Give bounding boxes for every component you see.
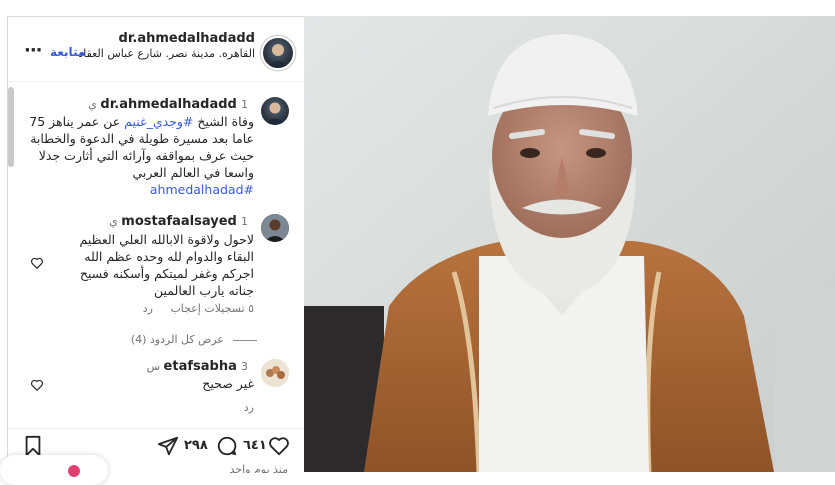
caption-text-prefix: وفاة الشيخ <box>193 114 254 129</box>
heart-outline-icon <box>31 257 43 270</box>
comment-reply-button[interactable]: رد <box>143 302 153 315</box>
author-avatar-image <box>267 44 289 68</box>
comment-username[interactable]: mostafaalsayed <box>121 214 237 229</box>
heart-outline-icon <box>31 379 43 392</box>
post-photo <box>304 16 835 472</box>
comment-like-icon[interactable] <box>30 377 44 396</box>
comment-reply-button[interactable]: رد <box>244 401 254 414</box>
comment-avatar[interactable] <box>261 359 289 387</box>
comment-like-icon[interactable] <box>30 255 44 274</box>
more-options-icon[interactable]: ··· <box>24 40 42 61</box>
comment-avatar[interactable] <box>261 214 289 242</box>
share-icon <box>157 436 179 456</box>
share-button[interactable] <box>157 435 179 461</box>
caption-text: وفاة الشيخ #وجدي_غنيم عن عمر يناهز 75 عا… <box>24 113 254 198</box>
post-image[interactable] <box>304 16 835 472</box>
author-avatar[interactable] <box>261 36 295 70</box>
header-location[interactable]: القاهره. مدينة نصر. شارع عباس العقاد <box>75 47 255 61</box>
header-divider <box>8 81 304 82</box>
comment-header: mostafaalsayed 1 ي <box>44 214 254 229</box>
follow-button[interactable]: متابعة <box>50 45 85 59</box>
comment-button[interactable] <box>216 435 238 461</box>
comments-count[interactable]: ٢٩٨ <box>184 438 208 453</box>
caption-hashtag[interactable]: #ahmedalhadad <box>150 182 254 197</box>
comment-meta: ٥ تسجيلات إعجاب رد <box>54 302 254 315</box>
caption-avatar[interactable] <box>261 97 289 125</box>
caption-mention[interactable]: #وجدي_غنيم <box>124 114 193 129</box>
comment-likes[interactable]: ٥ تسجيلات إعجاب <box>170 302 254 315</box>
comment-username[interactable]: etafsabha <box>164 359 237 374</box>
caption-header: dr.ahmedalhadadd 1 ي <box>44 97 254 112</box>
floating-widget[interactable] <box>0 455 108 485</box>
view-replies-line <box>233 340 257 341</box>
view-replies-text[interactable]: عرض كل الردود (4) <box>131 333 224 346</box>
comment-header: etafsabha 3 س <box>44 359 254 374</box>
bookmark-icon <box>25 435 41 457</box>
comment-text: لاحول ولاقوة الابالله العلي العظيم البقا… <box>79 232 255 298</box>
caption-username[interactable]: dr.ahmedalhadadd <box>100 97 236 112</box>
scrollbar[interactable] <box>8 87 14 167</box>
comment-avatar-image <box>261 359 289 387</box>
comment-avatar-image <box>261 214 289 242</box>
like-button[interactable] <box>268 435 290 461</box>
actions-divider <box>8 428 304 429</box>
caption-avatar-image <box>264 102 286 125</box>
comment-icon <box>217 436 237 456</box>
likes-count[interactable]: ٦٤١ <box>243 438 267 453</box>
header-username[interactable]: dr.ahmedalhadadd <box>75 31 255 46</box>
heart-icon <box>269 437 289 456</box>
comment-text: غير صحيح <box>202 376 254 391</box>
notification-dot-icon <box>68 465 80 477</box>
post-panel: dr.ahmedalhadadd القاهره. مدينة نصر. شار… <box>7 16 304 473</box>
